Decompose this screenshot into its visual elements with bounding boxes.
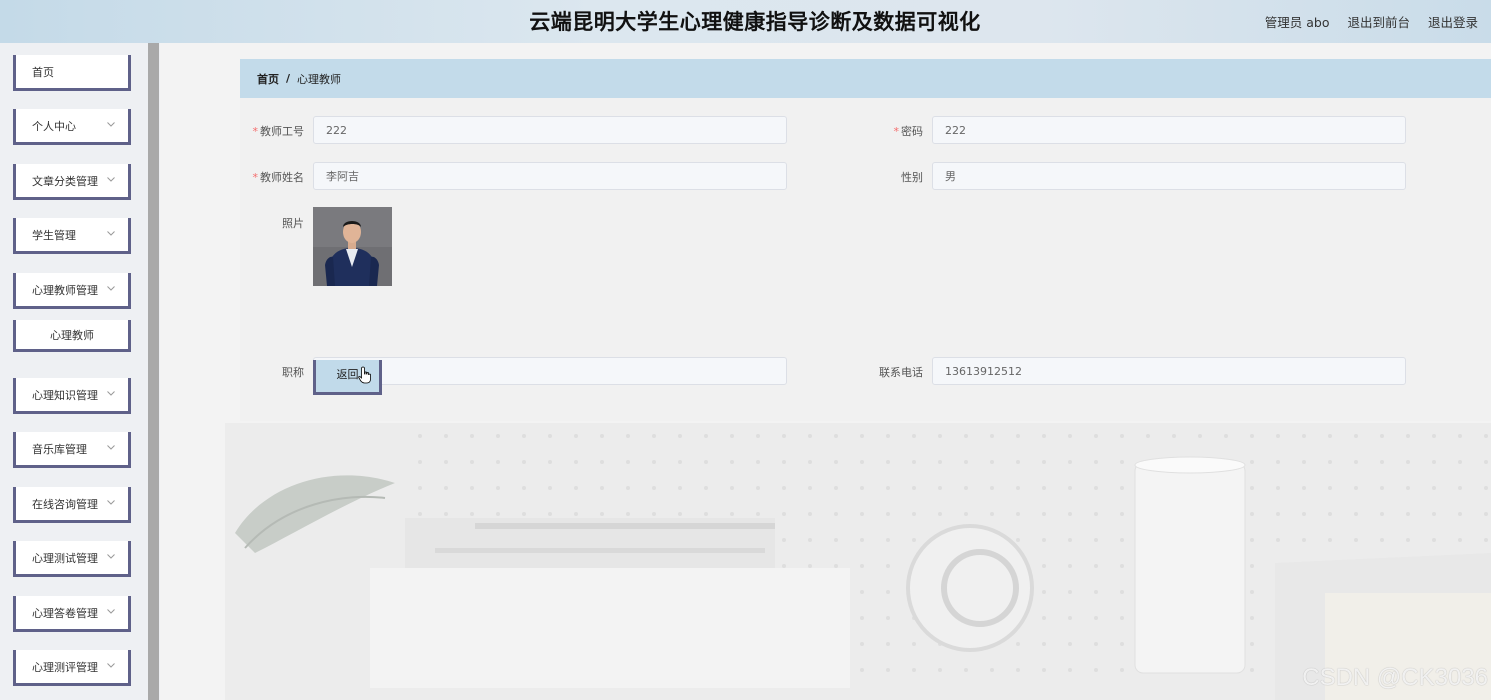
chevron-down-icon — [107, 286, 115, 291]
teacher-name-label-text: 教师姓名 — [260, 171, 304, 184]
sidebar-item-online-consult[interactable]: 在线咨询管理 — [13, 487, 131, 523]
sidebar-item-knowledge-management[interactable]: 心理知识管理 — [13, 378, 131, 414]
chevron-down-icon — [107, 663, 115, 668]
professional-title-field[interactable] — [313, 357, 787, 385]
chevron-down-icon — [107, 445, 115, 450]
sidebar-item-label: 音乐库管理 — [32, 442, 87, 456]
breadcrumb-home-link[interactable]: 首页 — [257, 71, 279, 87]
logout-link[interactable]: 退出登录 — [1428, 12, 1478, 31]
person-portrait-icon — [313, 207, 392, 286]
teacher-id-label-text: 教师工号 — [260, 125, 304, 138]
sidebar-item-assessment[interactable]: 心理测评管理 — [13, 650, 131, 686]
top-header: 云端昆明大学生心理健康指导诊断及数据可视化 管理员 abo 退出到前台 退出登录 — [0, 0, 1491, 43]
teacher-photo[interactable] — [313, 207, 392, 286]
main-content: 首页 / 心理教师 *教师工号 *密码 *教师姓名 性别 照片 — [160, 43, 1491, 700]
admin-user-label: 管理员 abo — [1264, 15, 1330, 30]
gender-label: 性别 — [901, 171, 923, 184]
sidebar-item-label: 心理教师 — [50, 328, 94, 342]
sidebar-item-label: 文章分类管理 — [32, 174, 98, 188]
sidebar-item-label: 心理测试管理 — [32, 551, 98, 565]
sidebar-item-personal-center[interactable]: 个人中心 — [13, 109, 131, 145]
sidebar-item-label: 个人中心 — [32, 119, 76, 133]
exit-to-frontend-link[interactable]: 退出到前台 — [1347, 12, 1410, 31]
chevron-down-icon — [107, 609, 115, 614]
chevron-down-icon — [107, 500, 115, 505]
sidebar-item-label: 心理测评管理 — [32, 660, 98, 674]
teacher-detail-form: *教师工号 *密码 *教师姓名 性别 照片 — [240, 98, 1491, 421]
sidebar-item-student-management[interactable]: 学生管理 — [13, 218, 131, 254]
sidebar-item-answer-sheet[interactable]: 心理答卷管理 — [13, 596, 131, 632]
chevron-down-icon — [107, 231, 115, 236]
sidebar-item-test-management[interactable]: 心理测试管理 — [13, 541, 131, 577]
teacher-id-label: * 教师工号 — [250, 123, 305, 139]
hand-cursor-icon — [358, 366, 371, 384]
teacher-id-field[interactable] — [313, 116, 787, 144]
breadcrumb: 首页 / 心理教师 — [240, 59, 1491, 98]
required-mark: * — [252, 171, 259, 184]
chevron-down-icon — [107, 554, 115, 559]
sidebar-item-home[interactable]: 首页 — [13, 55, 131, 91]
breadcrumb-separator: / — [286, 72, 291, 85]
chevron-down-icon — [107, 391, 115, 396]
photo-label: 照片 — [282, 217, 304, 230]
background-decoration — [225, 423, 1491, 700]
chevron-down-icon — [107, 177, 115, 182]
teacher-name-label: * 教师姓名 — [250, 169, 305, 185]
required-mark: * — [893, 125, 900, 138]
chevron-down-icon — [107, 122, 115, 127]
sidebar-item-label: 学生管理 — [32, 228, 76, 242]
sidebar-item-music-library[interactable]: 音乐库管理 — [13, 432, 131, 468]
sidebar-subitem-teacher[interactable]: 心理教师 — [13, 320, 131, 352]
required-mark: * — [252, 125, 259, 138]
password-label-text: 密码 — [901, 125, 923, 138]
header-links: 管理员 abo 退出到前台 退出登录 — [1265, 12, 1478, 31]
sidebar-item-label: 在线咨询管理 — [32, 497, 98, 511]
title-label: 职称 — [282, 366, 304, 379]
teacher-name-field[interactable] — [313, 162, 787, 190]
watermark: CSDN @CK3036 — [1302, 664, 1488, 691]
sidebar-item-label: 首页 — [32, 65, 54, 79]
sidebar-item-label: 心理答卷管理 — [32, 606, 98, 620]
sidebar-item-teacher-management[interactable]: 心理教师管理 — [13, 273, 131, 309]
sidebar-item-article-category[interactable]: 文章分类管理 — [13, 164, 131, 200]
sidebar-scrollbar[interactable] — [148, 43, 159, 700]
breadcrumb-current: 心理教师 — [297, 72, 342, 86]
sidebar-item-label: 心理知识管理 — [32, 388, 98, 402]
password-label: * 密码 — [868, 123, 924, 139]
phone-label: 联系电话 — [879, 366, 923, 379]
sidebar-item-label: 心理教师管理 — [32, 283, 98, 297]
password-field[interactable] — [932, 116, 1406, 144]
gender-field[interactable] — [932, 162, 1406, 190]
sidebar: 首页 个人中心 文章分类管理 学生管理 心理教师管理 心理教师 心理知识管理 音… — [0, 43, 160, 700]
phone-field[interactable] — [932, 357, 1406, 385]
